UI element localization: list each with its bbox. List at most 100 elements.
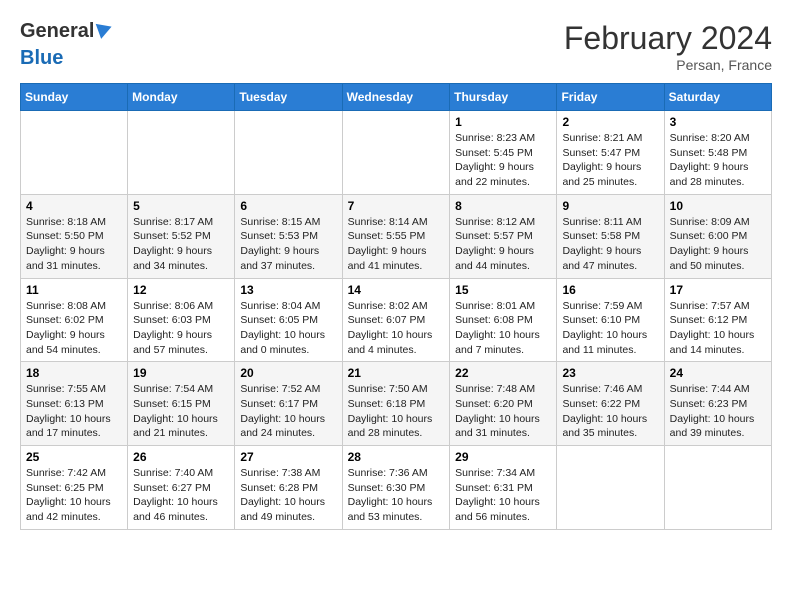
day-info: Sunrise: 7:59 AMSunset: 6:10 PMDaylight:… (562, 299, 658, 358)
day-info: Sunrise: 8:08 AMSunset: 6:02 PMDaylight:… (26, 299, 122, 358)
day-number: 5 (133, 199, 229, 213)
calendar-cell: 10 Sunrise: 8:09 AMSunset: 6:00 PMDayligh… (664, 194, 771, 278)
day-info: Sunrise: 8:15 AMSunset: 5:53 PMDaylight:… (240, 215, 336, 274)
location-subtitle: Persan, France (564, 57, 772, 73)
day-info: Sunrise: 7:57 AMSunset: 6:12 PMDaylight:… (670, 299, 766, 358)
calendar-cell (557, 446, 664, 530)
day-info: Sunrise: 7:55 AMSunset: 6:13 PMDaylight:… (26, 382, 122, 441)
calendar-cell: 22 Sunrise: 7:48 AMSunset: 6:20 PMDayligh… (450, 362, 557, 446)
calendar-week-2: 4Sunrise: 8:18 AMSunset: 5:50 PMDaylight… (21, 194, 772, 278)
calendar-cell: 2 Sunrise: 8:21 AMSunset: 5:47 PMDaylight… (557, 111, 664, 195)
day-info: Sunrise: 8:06 AMSunset: 6:03 PMDaylight:… (133, 299, 229, 358)
calendar-cell: 13 Sunrise: 8:04 AMSunset: 6:05 PMDayligh… (235, 278, 342, 362)
day-number: 29 (455, 450, 551, 464)
title-block: February 2024 Persan, France (564, 20, 772, 73)
calendar-cell: 9Sunrise: 8:11 AMSunset: 5:58 PMDaylight… (557, 194, 664, 278)
calendar-cell: 12 Sunrise: 8:06 AMSunset: 6:03 PMDayligh… (128, 278, 235, 362)
page-header: General Blue February 2024 Persan, Franc… (20, 20, 772, 73)
calendar-cell: 19 Sunrise: 7:54 AMSunset: 6:15 PMDayligh… (128, 362, 235, 446)
month-year-title: February 2024 (564, 20, 772, 57)
logo-blue-text: Blue (20, 47, 63, 70)
day-info: Sunrise: 7:54 AMSunset: 6:15 PMDaylight:… (133, 382, 229, 441)
calendar-week-5: 25 Sunrise: 7:42 AMSunset: 6:25 PMDayligh… (21, 446, 772, 530)
day-info: Sunrise: 7:38 AMSunset: 6:28 PMDaylight:… (240, 466, 336, 525)
day-info: Sunrise: 8:12 AMSunset: 5:57 PMDaylight:… (455, 215, 551, 274)
calendar-table: SundayMondayTuesdayWednesdayThursdayFrid… (20, 83, 772, 530)
day-number: 3 (670, 115, 766, 129)
day-info: Sunrise: 7:48 AMSunset: 6:20 PMDaylight:… (455, 382, 551, 441)
day-info: Sunrise: 8:17 AMSunset: 5:52 PMDaylight:… (133, 215, 229, 274)
day-number: 2 (562, 115, 658, 129)
day-number: 8 (455, 199, 551, 213)
calendar-cell: 1Sunrise: 8:23 AMSunset: 5:45 PMDaylight… (450, 111, 557, 195)
weekday-header-monday: Monday (128, 84, 235, 111)
calendar-cell (342, 111, 450, 195)
calendar-cell (235, 111, 342, 195)
calendar-week-4: 18 Sunrise: 7:55 AMSunset: 6:13 PMDayligh… (21, 362, 772, 446)
weekday-header-tuesday: Tuesday (235, 84, 342, 111)
calendar-cell: 17 Sunrise: 7:57 AMSunset: 6:12 PMDayligh… (664, 278, 771, 362)
day-info: Sunrise: 7:52 AMSunset: 6:17 PMDaylight:… (240, 382, 336, 441)
calendar-cell (128, 111, 235, 195)
day-info: Sunrise: 8:14 AMSunset: 5:55 PMDaylight:… (348, 215, 445, 274)
day-number: 12 (133, 283, 229, 297)
calendar-cell (21, 111, 128, 195)
day-number: 26 (133, 450, 229, 464)
calendar-cell: 29 Sunrise: 7:34 AMSunset: 6:31 PMDayligh… (450, 446, 557, 530)
day-info: Sunrise: 8:23 AMSunset: 5:45 PMDaylight:… (455, 131, 551, 190)
calendar-cell: 20Sunrise: 7:52 AMSunset: 6:17 PMDayligh… (235, 362, 342, 446)
calendar-cell: 5 Sunrise: 8:17 AMSunset: 5:52 PMDaylight… (128, 194, 235, 278)
day-info: Sunrise: 8:21 AMSunset: 5:47 PMDaylight:… (562, 131, 658, 190)
day-number: 25 (26, 450, 122, 464)
day-info: Sunrise: 7:34 AMSunset: 6:31 PMDaylight:… (455, 466, 551, 525)
calendar-cell: 15Sunrise: 8:01 AMSunset: 6:08 PMDayligh… (450, 278, 557, 362)
calendar-cell: 18 Sunrise: 7:55 AMSunset: 6:13 PMDayligh… (21, 362, 128, 446)
day-info: Sunrise: 7:40 AMSunset: 6:27 PMDaylight:… (133, 466, 229, 525)
logo-arrow-icon (96, 19, 115, 39)
weekday-header-sunday: Sunday (21, 84, 128, 111)
calendar-cell: 14Sunrise: 8:02 AMSunset: 6:07 PMDayligh… (342, 278, 450, 362)
day-number: 6 (240, 199, 336, 213)
calendar-cell (664, 446, 771, 530)
calendar-cell: 7 Sunrise: 8:14 AMSunset: 5:55 PMDaylight… (342, 194, 450, 278)
weekday-header-row: SundayMondayTuesdayWednesdayThursdayFrid… (21, 84, 772, 111)
day-number: 13 (240, 283, 336, 297)
day-number: 19 (133, 366, 229, 380)
calendar-cell: 28Sunrise: 7:36 AMSunset: 6:30 PMDayligh… (342, 446, 450, 530)
day-number: 24 (670, 366, 766, 380)
calendar-cell: 3 Sunrise: 8:20 AMSunset: 5:48 PMDaylight… (664, 111, 771, 195)
day-number: 10 (670, 199, 766, 213)
calendar-cell: 4Sunrise: 8:18 AMSunset: 5:50 PMDaylight… (21, 194, 128, 278)
calendar-cell: 25 Sunrise: 7:42 AMSunset: 6:25 PMDayligh… (21, 446, 128, 530)
day-number: 23 (562, 366, 658, 380)
weekday-header-saturday: Saturday (664, 84, 771, 111)
calendar-cell: 11Sunrise: 8:08 AMSunset: 6:02 PMDayligh… (21, 278, 128, 362)
day-number: 17 (670, 283, 766, 297)
day-info: Sunrise: 8:20 AMSunset: 5:48 PMDaylight:… (670, 131, 766, 190)
calendar-cell: 23Sunrise: 7:46 AMSunset: 6:22 PMDayligh… (557, 362, 664, 446)
day-number: 22 (455, 366, 551, 380)
day-info: Sunrise: 7:44 AMSunset: 6:23 PMDaylight:… (670, 382, 766, 441)
weekday-header-wednesday: Wednesday (342, 84, 450, 111)
day-info: Sunrise: 8:01 AMSunset: 6:08 PMDaylight:… (455, 299, 551, 358)
day-number: 21 (348, 366, 445, 380)
day-number: 14 (348, 283, 445, 297)
calendar-cell: 8 Sunrise: 8:12 AMSunset: 5:57 PMDaylight… (450, 194, 557, 278)
day-info: Sunrise: 7:36 AMSunset: 6:30 PMDaylight:… (348, 466, 445, 525)
calendar-week-3: 11Sunrise: 8:08 AMSunset: 6:02 PMDayligh… (21, 278, 772, 362)
calendar-cell: 16Sunrise: 7:59 AMSunset: 6:10 PMDayligh… (557, 278, 664, 362)
day-info: Sunrise: 8:11 AMSunset: 5:58 PMDaylight:… (562, 215, 658, 274)
logo-wrap: General (20, 20, 112, 43)
day-number: 18 (26, 366, 122, 380)
day-number: 7 (348, 199, 445, 213)
day-info: Sunrise: 8:18 AMSunset: 5:50 PMDaylight:… (26, 215, 122, 274)
calendar-cell: 27Sunrise: 7:38 AMSunset: 6:28 PMDayligh… (235, 446, 342, 530)
day-info: Sunrise: 8:09 AMSunset: 6:00 PMDaylight:… (670, 215, 766, 274)
calendar-cell: 6 Sunrise: 8:15 AMSunset: 5:53 PMDaylight… (235, 194, 342, 278)
day-info: Sunrise: 7:42 AMSunset: 6:25 PMDaylight:… (26, 466, 122, 525)
calendar-cell: 24 Sunrise: 7:44 AMSunset: 6:23 PMDayligh… (664, 362, 771, 446)
day-info: Sunrise: 8:04 AMSunset: 6:05 PMDaylight:… (240, 299, 336, 358)
weekday-header-friday: Friday (557, 84, 664, 111)
calendar-week-1: 1Sunrise: 8:23 AMSunset: 5:45 PMDaylight… (21, 111, 772, 195)
calendar-cell: 21Sunrise: 7:50 AMSunset: 6:18 PMDayligh… (342, 362, 450, 446)
